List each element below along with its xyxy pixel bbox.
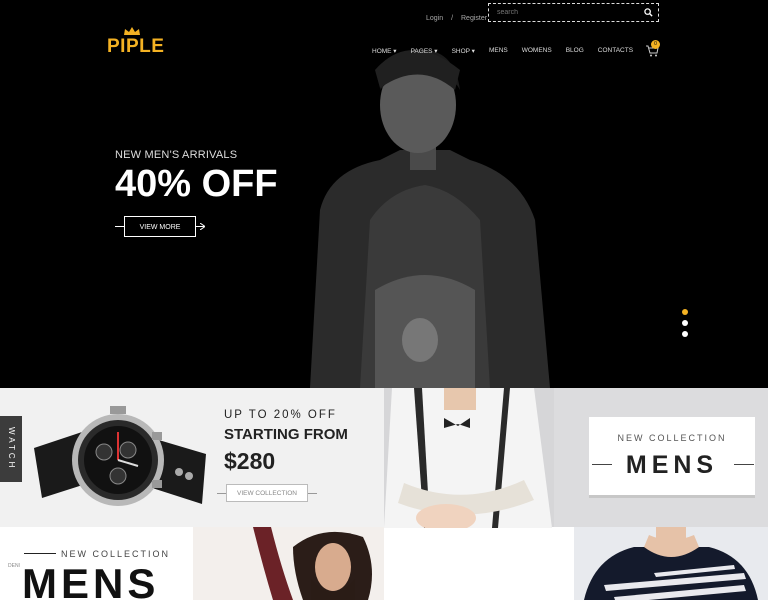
main-nav: HOME ▾ PAGES ▾ SHOP ▾ MENS WOMENS BLOG C… [372, 47, 633, 55]
hero-kicker: NEW MEN'S ARRIVALS [115, 149, 238, 161]
nav-shop[interactable]: SHOP ▾ [452, 47, 475, 55]
logo-text: PIPLE [107, 36, 165, 57]
crown-icon [124, 27, 140, 35]
nav-womens[interactable]: WOMENS [522, 47, 552, 55]
nav-home[interactable]: HOME ▾ [372, 47, 397, 55]
watch-banner[interactable]: WATCH UP TO 20% OFF STARTING FROM $280 V… [0, 388, 384, 527]
watch-tab-label: WATCH [0, 416, 22, 482]
arrow-right-icon [200, 223, 205, 230]
mens-collection-card[interactable]: NEW COLLECTION MENS [589, 417, 755, 495]
cart-button[interactable]: 0 [646, 40, 660, 62]
denim-banner-title: MENS [22, 560, 160, 600]
site-logo[interactable]: PIPLE [107, 27, 165, 58]
womens-model-tile[interactable] [193, 527, 384, 600]
tshirt-model-image [574, 527, 768, 600]
search-icon[interactable] [644, 8, 653, 17]
login-link[interactable]: Login [426, 15, 443, 22]
search-input[interactable] [495, 8, 635, 17]
collection-button-line-right [308, 493, 317, 494]
search-box [488, 3, 659, 22]
hero-button-line-left [115, 226, 124, 227]
hero-headline: 40% OFF [115, 163, 278, 205]
denim-banner-subtitle: NEW COLLECTION [61, 549, 171, 559]
slider-dot-2[interactable] [682, 320, 688, 326]
slider-dots [682, 309, 688, 342]
mens-card-subtitle: NEW COLLECTION [617, 433, 727, 443]
view-collection-button[interactable]: VIEW COLLECTION [226, 484, 308, 502]
womens-model-image [193, 527, 384, 600]
register-link[interactable]: Register [461, 15, 487, 22]
collection-button-line-left [217, 493, 226, 494]
promo-price: $280 [224, 448, 276, 474]
nav-contacts[interactable]: CONTACTS [598, 47, 633, 55]
promo-title: STARTING FROM [224, 426, 348, 443]
denim-side-label: DENI [8, 563, 20, 569]
tile-gap [552, 527, 574, 600]
nav-blog[interactable]: BLOG [566, 47, 584, 55]
nav-mens[interactable]: MENS [489, 47, 508, 55]
view-more-button[interactable]: VIEW MORE [124, 216, 196, 237]
promo-discount: UP TO 20% OFF [224, 409, 337, 421]
account-separator: / [451, 15, 454, 22]
account-links: Login / Register [426, 15, 493, 22]
slider-dot-1[interactable] [682, 309, 688, 315]
hero-slider: Login / Register PIPLE HOME ▾ PAGES ▾ SH… [0, 0, 768, 388]
cart-count-badge: 0 [651, 40, 660, 49]
nav-pages[interactable]: PAGES ▾ [411, 47, 438, 55]
hero-model-image [310, 49, 550, 388]
watch-image [34, 406, 206, 506]
mens-model-image [384, 388, 554, 528]
denim-sub-line [24, 553, 56, 554]
denim-banner[interactable]: DENI NEW COLLECTION MENS [0, 527, 193, 600]
mens-card-title: MENS [625, 451, 719, 479]
mens-card-line-left [592, 464, 612, 465]
mens-card-line-right [734, 464, 754, 465]
tshirt-tile[interactable] [574, 527, 768, 600]
slider-dot-3[interactable] [682, 331, 688, 337]
